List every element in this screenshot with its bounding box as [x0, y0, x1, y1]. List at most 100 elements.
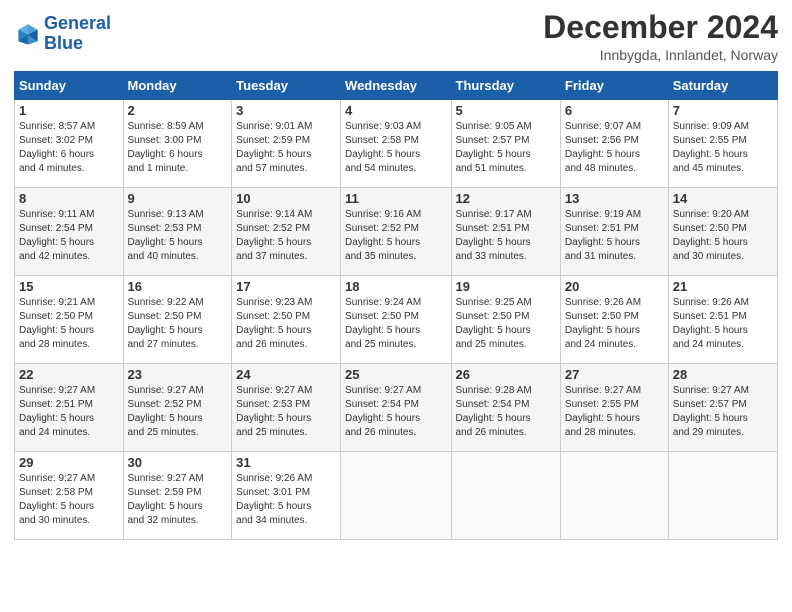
day-info: Sunrise: 9:27 AM Sunset: 2:51 PM Dayligh…: [19, 384, 119, 440]
col-thursday: Thursday: [451, 72, 560, 100]
day-number: 12: [456, 191, 556, 206]
day-number: 26: [456, 367, 556, 382]
day-number: 5: [456, 103, 556, 118]
day-number: 14: [673, 191, 773, 206]
table-row: 5 Sunrise: 9:05 AM Sunset: 2:57 PM Daylig…: [451, 100, 560, 188]
table-row: 20Sunrise: 9:26 AM Sunset: 2:50 PM Dayli…: [560, 276, 668, 364]
day-info: Sunrise: 8:57 AM Sunset: 3:02 PM Dayligh…: [19, 120, 119, 176]
table-row: 7 Sunrise: 9:09 AM Sunset: 2:55 PM Daylig…: [668, 100, 777, 188]
day-info: Sunrise: 9:25 AM Sunset: 2:50 PM Dayligh…: [456, 296, 556, 352]
day-number: 23: [128, 367, 228, 382]
day-info: Sunrise: 9:16 AM Sunset: 2:52 PM Dayligh…: [345, 208, 446, 264]
day-info: Sunrise: 9:07 AM Sunset: 2:56 PM Dayligh…: [565, 120, 664, 176]
table-row: 16Sunrise: 9:22 AM Sunset: 2:50 PM Dayli…: [123, 276, 232, 364]
day-info: Sunrise: 9:20 AM Sunset: 2:50 PM Dayligh…: [673, 208, 773, 264]
day-info: Sunrise: 9:09 AM Sunset: 2:55 PM Dayligh…: [673, 120, 773, 176]
day-number: 22: [19, 367, 119, 382]
day-info: Sunrise: 9:01 AM Sunset: 2:59 PM Dayligh…: [236, 120, 336, 176]
day-number: 31: [236, 455, 336, 470]
day-number: 18: [345, 279, 446, 294]
col-monday: Monday: [123, 72, 232, 100]
day-number: 11: [345, 191, 446, 206]
calendar-week-row: 8 Sunrise: 9:11 AM Sunset: 2:54 PM Daylig…: [15, 188, 778, 276]
day-number: 13: [565, 191, 664, 206]
table-row: 14 Sunrise: 9:20 AM Sunset: 2:50 PM Dayli…: [668, 188, 777, 276]
col-wednesday: Wednesday: [341, 72, 451, 100]
table-row: 22 Sunrise: 9:27 AM Sunset: 2:51 PM Dayli…: [15, 364, 124, 452]
day-info: Sunrise: 9:27 AM Sunset: 2:53 PM Dayligh…: [236, 384, 336, 440]
table-row: 27Sunrise: 9:27 AM Sunset: 2:55 PM Dayli…: [560, 364, 668, 452]
day-number: 15: [19, 279, 119, 294]
day-info: Sunrise: 9:27 AM Sunset: 2:58 PM Dayligh…: [19, 472, 119, 528]
day-info: Sunrise: 8:59 AM Sunset: 3:00 PM Dayligh…: [128, 120, 228, 176]
day-info: Sunrise: 9:27 AM Sunset: 2:52 PM Dayligh…: [128, 384, 228, 440]
table-row: [451, 452, 560, 540]
calendar-week-row: 1 Sunrise: 8:57 AM Sunset: 3:02 PM Daylig…: [15, 100, 778, 188]
calendar-week-row: 22 Sunrise: 9:27 AM Sunset: 2:51 PM Dayli…: [15, 364, 778, 452]
day-number: 6: [565, 103, 664, 118]
table-row: 30 Sunrise: 9:27 AM Sunset: 2:59 PM Dayli…: [123, 452, 232, 540]
day-info: Sunrise: 9:17 AM Sunset: 2:51 PM Dayligh…: [456, 208, 556, 264]
table-row: 1 Sunrise: 8:57 AM Sunset: 3:02 PM Daylig…: [15, 100, 124, 188]
day-info: Sunrise: 9:26 AM Sunset: 2:51 PM Dayligh…: [673, 296, 773, 352]
day-number: 1: [19, 103, 119, 118]
day-number: 28: [673, 367, 773, 382]
day-info: Sunrise: 9:14 AM Sunset: 2:52 PM Dayligh…: [236, 208, 336, 264]
day-info: Sunrise: 9:24 AM Sunset: 2:50 PM Dayligh…: [345, 296, 446, 352]
day-info: Sunrise: 9:27 AM Sunset: 2:54 PM Dayligh…: [345, 384, 446, 440]
table-row: 3 Sunrise: 9:01 AM Sunset: 2:59 PM Daylig…: [232, 100, 341, 188]
logo: General Blue: [14, 14, 111, 54]
table-row: 6 Sunrise: 9:07 AM Sunset: 2:56 PM Daylig…: [560, 100, 668, 188]
day-info: Sunrise: 9:27 AM Sunset: 2:57 PM Dayligh…: [673, 384, 773, 440]
table-row: 26 Sunrise: 9:28 AM Sunset: 2:54 PM Dayli…: [451, 364, 560, 452]
day-info: Sunrise: 9:22 AM Sunset: 2:50 PM Dayligh…: [128, 296, 228, 352]
day-number: 7: [673, 103, 773, 118]
title-area: December 2024 Innbygda, Innlandet, Norwa…: [543, 10, 778, 63]
day-number: 21: [673, 279, 773, 294]
table-row: 2Sunrise: 8:59 AM Sunset: 3:00 PM Daylig…: [123, 100, 232, 188]
table-row: 11 Sunrise: 9:16 AM Sunset: 2:52 PM Dayli…: [341, 188, 451, 276]
day-info: Sunrise: 9:23 AM Sunset: 2:50 PM Dayligh…: [236, 296, 336, 352]
table-row: 10Sunrise: 9:14 AM Sunset: 2:52 PM Dayli…: [232, 188, 341, 276]
table-row: 12 Sunrise: 9:17 AM Sunset: 2:51 PM Dayli…: [451, 188, 560, 276]
day-number: 8: [19, 191, 119, 206]
day-info: Sunrise: 9:27 AM Sunset: 2:59 PM Dayligh…: [128, 472, 228, 528]
day-number: 19: [456, 279, 556, 294]
table-row: 18 Sunrise: 9:24 AM Sunset: 2:50 PM Dayli…: [341, 276, 451, 364]
day-info: Sunrise: 9:26 AM Sunset: 3:01 PM Dayligh…: [236, 472, 336, 528]
day-info: Sunrise: 9:28 AM Sunset: 2:54 PM Dayligh…: [456, 384, 556, 440]
day-info: Sunrise: 9:11 AM Sunset: 2:54 PM Dayligh…: [19, 208, 119, 264]
day-number: 9: [128, 191, 228, 206]
table-row: 8 Sunrise: 9:11 AM Sunset: 2:54 PM Daylig…: [15, 188, 124, 276]
day-info: Sunrise: 9:13 AM Sunset: 2:53 PM Dayligh…: [128, 208, 228, 264]
day-info: Sunrise: 9:27 AM Sunset: 2:55 PM Dayligh…: [565, 384, 664, 440]
col-tuesday: Tuesday: [232, 72, 341, 100]
table-row: 29Sunrise: 9:27 AM Sunset: 2:58 PM Dayli…: [15, 452, 124, 540]
day-info: Sunrise: 9:21 AM Sunset: 2:50 PM Dayligh…: [19, 296, 119, 352]
table-row: [341, 452, 451, 540]
day-number: 30: [128, 455, 228, 470]
month-title: December 2024: [543, 10, 778, 45]
day-number: 25: [345, 367, 446, 382]
table-row: [560, 452, 668, 540]
day-info: Sunrise: 9:05 AM Sunset: 2:57 PM Dayligh…: [456, 120, 556, 176]
table-row: 28 Sunrise: 9:27 AM Sunset: 2:57 PM Dayli…: [668, 364, 777, 452]
table-row: 21 Sunrise: 9:26 AM Sunset: 2:51 PM Dayli…: [668, 276, 777, 364]
table-row: 9 Sunrise: 9:13 AM Sunset: 2:53 PM Daylig…: [123, 188, 232, 276]
table-row: 24 Sunrise: 9:27 AM Sunset: 2:53 PM Dayli…: [232, 364, 341, 452]
logo-text2: Blue: [44, 34, 111, 54]
table-row: 23 Sunrise: 9:27 AM Sunset: 2:52 PM Dayli…: [123, 364, 232, 452]
table-row: 19 Sunrise: 9:25 AM Sunset: 2:50 PM Dayli…: [451, 276, 560, 364]
day-number: 24: [236, 367, 336, 382]
table-row: 4Sunrise: 9:03 AM Sunset: 2:58 PM Daylig…: [341, 100, 451, 188]
calendar-table: Sunday Monday Tuesday Wednesday Thursday…: [14, 71, 778, 540]
calendar-header-row: Sunday Monday Tuesday Wednesday Thursday…: [15, 72, 778, 100]
day-number: 17: [236, 279, 336, 294]
day-number: 3: [236, 103, 336, 118]
calendar-week-row: 15 Sunrise: 9:21 AM Sunset: 2:50 PM Dayli…: [15, 276, 778, 364]
table-row: 13Sunrise: 9:19 AM Sunset: 2:51 PM Dayli…: [560, 188, 668, 276]
col-saturday: Saturday: [668, 72, 777, 100]
calendar-container: General Blue December 2024 Innbygda, Inn…: [0, 0, 792, 550]
table-row: 25 Sunrise: 9:27 AM Sunset: 2:54 PM Dayli…: [341, 364, 451, 452]
table-row: 31 Sunrise: 9:26 AM Sunset: 3:01 PM Dayli…: [232, 452, 341, 540]
